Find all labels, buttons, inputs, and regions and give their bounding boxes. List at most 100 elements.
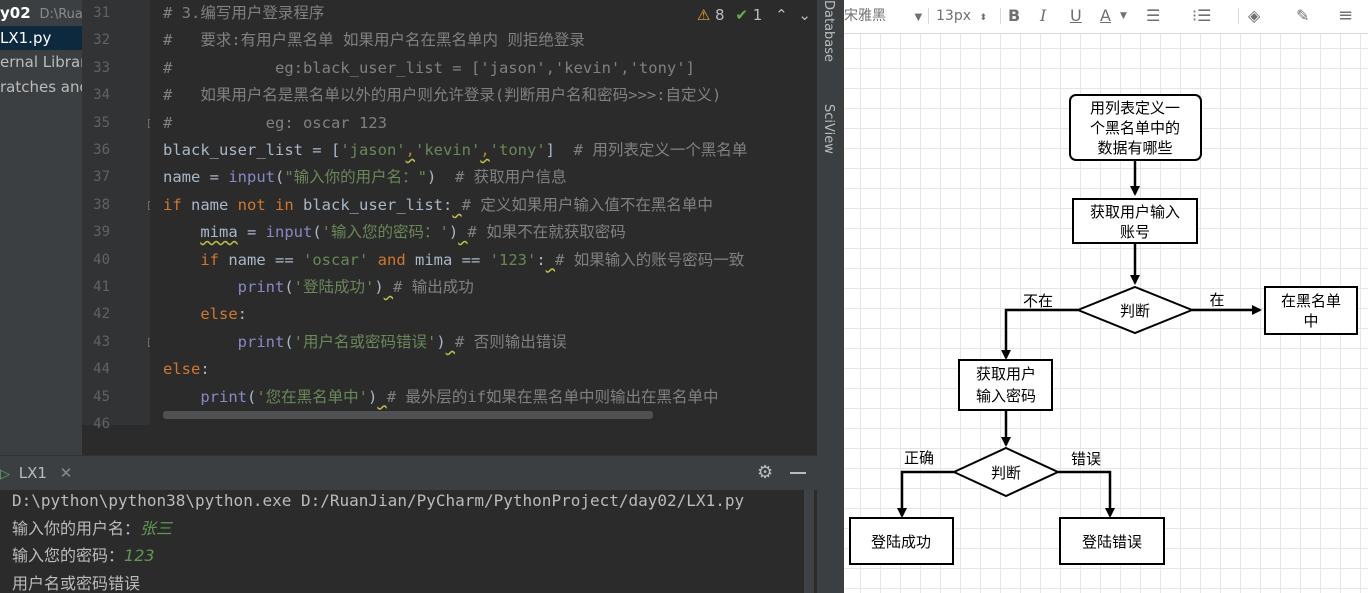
console-line: 输入你的用户名：张三 (12, 515, 172, 542)
edge-correct[interactable] (897, 470, 954, 518)
code-line: else: (163, 301, 247, 328)
font-size-input[interactable]: 13px ⬍ (936, 4, 987, 28)
decision1-label: 判断 (1120, 302, 1150, 320)
edge-not-in-list[interactable] (1001, 308, 1078, 360)
line-number: 32 (93, 32, 110, 49)
step1-label-line3: 数据有哪些 (1097, 139, 1172, 157)
console-scrollbar[interactable] (804, 490, 814, 593)
run-console[interactable]: D:\python\python38\python.exe D:/RuanJia… (0, 490, 817, 593)
fill-color-icon[interactable]: ◈ (1248, 4, 1260, 28)
code-token: # 获取用户信息 (455, 168, 567, 187)
code-token: # 否则输出错误 (455, 332, 567, 351)
line-number: 36 (93, 142, 110, 158)
hide-panel-icon[interactable] (790, 472, 806, 474)
code-token: '您在黑名单中' (256, 387, 369, 406)
project-sidebar: y02 D:\Ruan LX1.py ernal Librar ratches … (0, 0, 82, 455)
sciview-tool-button[interactable]: SciView (821, 104, 836, 154)
bold-button[interactable]: B (1008, 4, 1020, 28)
horizontal-scrollbar[interactable] (163, 411, 653, 419)
line-number: 40 (93, 251, 110, 268)
code-line: name = input("输入你的用户名：") # 获取用户信息 (163, 164, 567, 191)
project-root-folder: y02 (0, 4, 31, 22)
code-token: ) (374, 278, 384, 296)
code-token: print (200, 387, 247, 406)
flowchart: 用列表定义一个黑名单中的数据有哪些 获取用户输入账号 判断 在 不在 在黑名单中… (849, 94, 1358, 565)
run-tab-label: LX1 (18, 464, 47, 482)
menu-icon[interactable]: ≡ (1338, 4, 1353, 28)
close-icon[interactable]: ✕ (60, 464, 73, 482)
code-token: : (536, 250, 546, 269)
code-token: 'kevin' (414, 141, 481, 159)
code-token: 'oscar' (303, 250, 369, 269)
chevron-down-icon[interactable]: ⌄ (798, 6, 811, 24)
console-line: D:\python\python38\python.exe D:/RuanJia… (12, 490, 744, 514)
font-color-button[interactable]: A (1100, 4, 1111, 28)
code-token: ) (368, 387, 378, 406)
run-tab-lx1[interactable]: ▷ LX1 ✕ (0, 456, 72, 491)
code-editor[interactable]: ⚠ 8 ✔ 1 ⌃ ⌄ # 3.编写用户登录程序 # 要求:有用户黑名单 如果用户… (150, 0, 817, 425)
chevron-up-icon[interactable]: ⌃ (775, 6, 788, 24)
code-token: black_user_list = [ (163, 141, 341, 159)
code-token: '输入您的密码：' (321, 223, 449, 242)
code-token: input (265, 223, 313, 242)
code-token: ) (436, 332, 446, 351)
code-line: # eg: oscar 123 (163, 110, 387, 137)
code-line: if name not in black_user_list: # 定义如果用户… (163, 192, 713, 219)
edge-not-in-list-label: 不在 (1023, 292, 1053, 310)
typo-check-icon: ✔ (735, 6, 748, 24)
code-token: # 输出成功 (393, 278, 474, 296)
code-line: # 要求:有用户黑名单 如果用户名在黑名单内 则拒绝登录 (163, 27, 585, 54)
database-tool-button[interactable]: Database (821, 0, 836, 62)
console-text: 123 (124, 546, 155, 565)
code-token: '登陆成功' (293, 278, 375, 296)
right-tool-strip: Database SciView (817, 0, 844, 593)
code-token: print (237, 278, 285, 296)
code-token: black_user_list: (293, 195, 453, 214)
project-root-row[interactable]: y02 D:\Ruan (0, 1, 82, 25)
code-token: '用户名或密码错误' (293, 332, 437, 351)
project-external-libraries-label: ernal Librar (0, 53, 82, 71)
line-number: 44 (93, 361, 110, 378)
code-token: : (200, 360, 210, 379)
edge-in-list-label: 在 (1209, 291, 1224, 309)
warning-count: 8 (715, 6, 725, 24)
code-token: ( (275, 168, 285, 187)
list-icon[interactable]: ⁝☰ (1192, 4, 1211, 28)
align-left-icon[interactable]: ☰ (1146, 4, 1160, 28)
project-file-lx1[interactable]: LX1.py (0, 26, 82, 50)
line-number: 35 (93, 114, 110, 131)
code-token: input (228, 168, 275, 187)
line-number: 45 (93, 388, 110, 405)
code-token: # 定义如果用户输入值不在黑名单中 (461, 195, 713, 214)
project-scratches[interactable]: ratches and (0, 75, 82, 99)
console-text: 用户名或密码错误 (12, 573, 141, 593)
code-token: , (405, 141, 415, 159)
gear-icon[interactable]: ⚙ (757, 462, 773, 483)
warning-icon: ⚠ (696, 6, 711, 24)
line-number: 38 (93, 196, 110, 213)
drawio-canvas[interactable]: 用列表定义一个黑名单中的数据有哪些 获取用户输入账号 判断 在 不在 在黑名单中… (844, 34, 1368, 593)
in-blacklist-label-line2: 中 (1303, 312, 1318, 330)
inspection-widget[interactable]: ⚠ 8 ✔ 1 ⌃ ⌄ (697, 6, 811, 24)
code-token: if (163, 195, 182, 214)
font-family-select[interactable]: 宋雅黑 ▼ (844, 4, 922, 28)
code-token: print (237, 332, 285, 351)
code-token: 'jason' (340, 141, 406, 159)
project-external-libraries[interactable]: ernal Librar (0, 50, 82, 74)
toolbar-separator (1000, 8, 1001, 24)
step1-label: 用列表定义一个黑名单中的数据有哪些 (1090, 99, 1180, 157)
italic-button[interactable]: I (1040, 4, 1046, 28)
run-tool-header: ▷ LX1 ✕ ⚙ (0, 455, 817, 491)
edge-wrong[interactable] (1058, 470, 1115, 518)
toolbar-separator (1238, 8, 1239, 24)
line-number: 41 (93, 279, 110, 295)
underline-button[interactable]: U (1070, 4, 1082, 28)
line-color-icon[interactable]: ✎ (1296, 4, 1309, 28)
